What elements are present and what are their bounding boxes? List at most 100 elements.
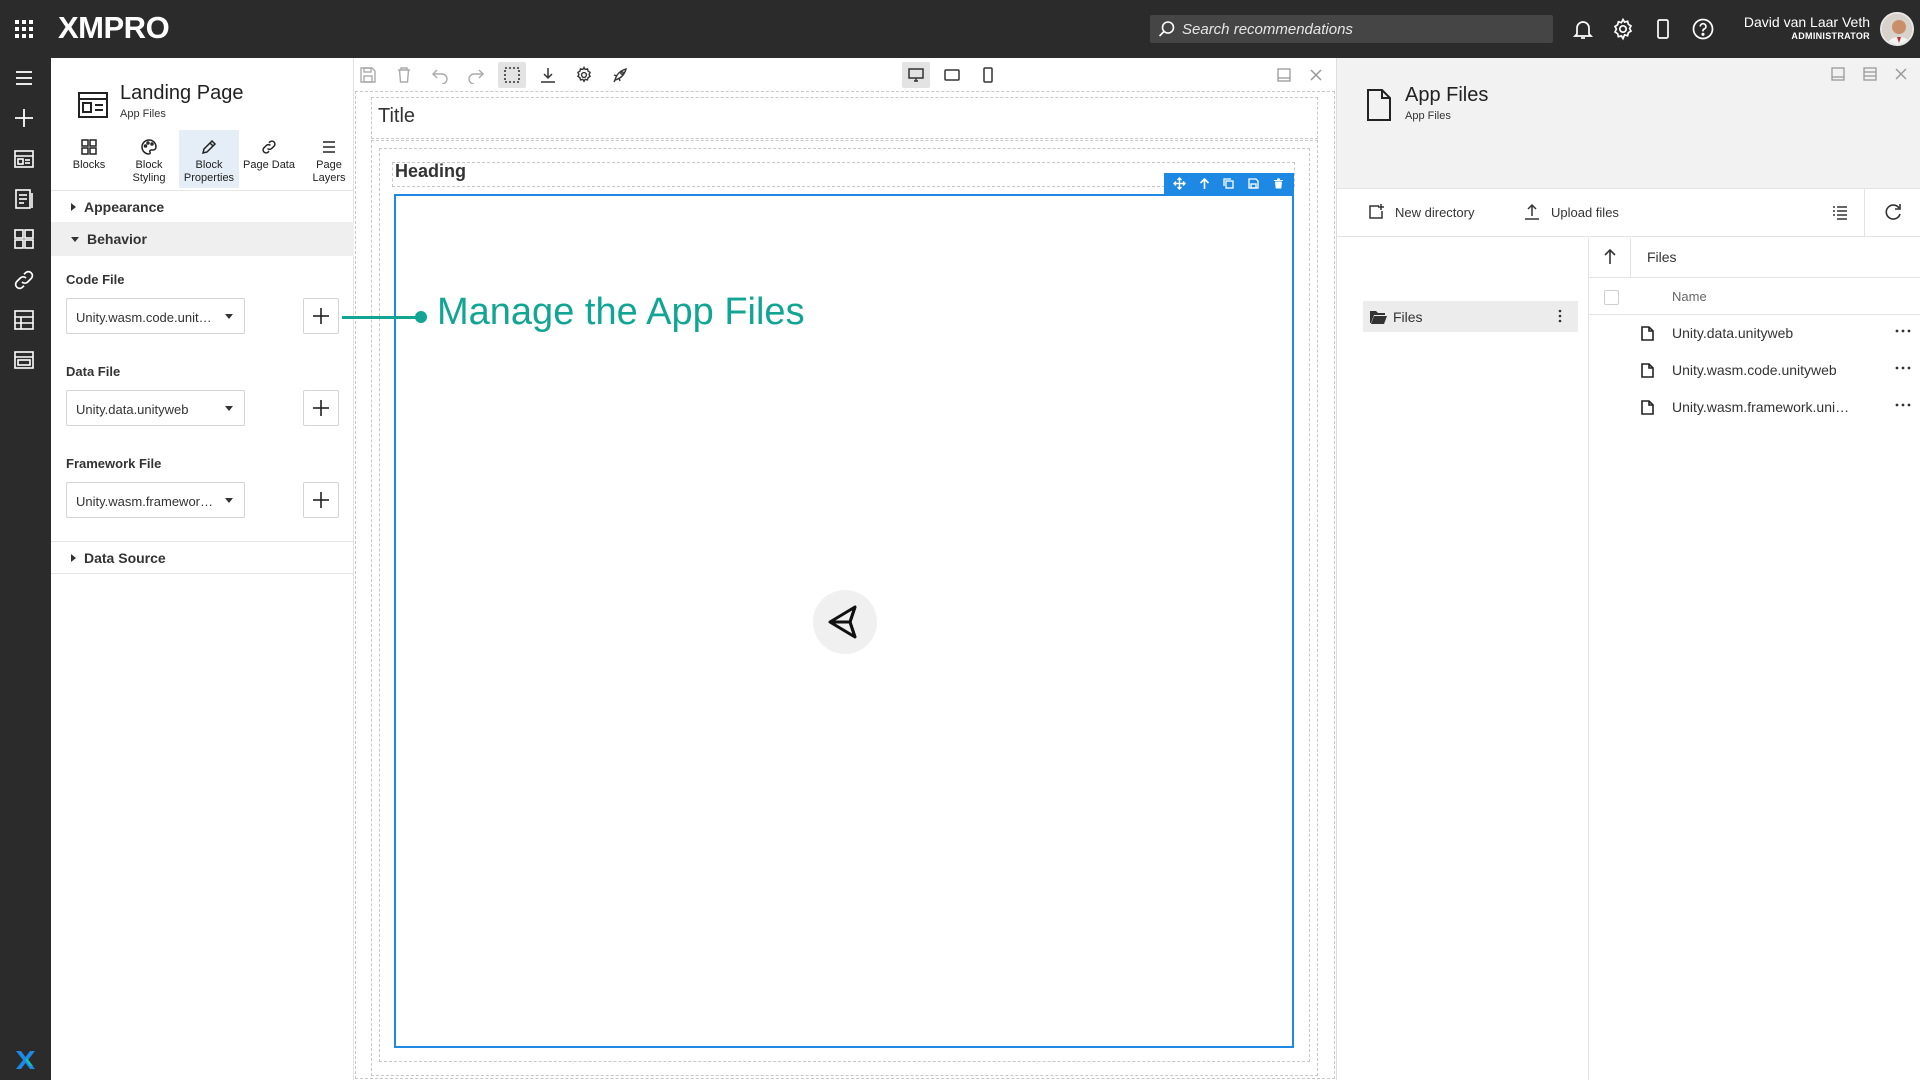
save-icon[interactable] — [354, 62, 382, 88]
breadcrumb-files[interactable]: Files — [1647, 249, 1677, 265]
plus-icon — [313, 400, 329, 416]
apps-grid-icon[interactable] — [12, 17, 36, 41]
rocket-icon[interactable] — [606, 62, 634, 88]
xmpro-logo[interactable]: XMPRO — [58, 10, 170, 45]
more-horizontal-icon[interactable] — [1895, 366, 1911, 370]
page-subtitle: App Files — [120, 108, 166, 120]
gear-icon[interactable] — [1611, 17, 1635, 41]
framework-file-value: Unity.wasm.framework.unityweb — [76, 494, 216, 509]
gear-icon[interactable] — [570, 62, 598, 88]
more-horizontal-icon[interactable] — [1895, 329, 1911, 333]
avatar[interactable] — [1880, 12, 1914, 46]
undo-icon[interactable] — [426, 62, 454, 88]
upload-files-label: Upload files — [1551, 204, 1619, 220]
tab-blocks[interactable]: Blocks — [59, 130, 119, 188]
code-file-select[interactable]: Unity.wasm.code.unityweb — [66, 298, 245, 334]
select-all-checkbox[interactable] — [1604, 290, 1619, 305]
plus-icon — [313, 492, 329, 508]
desktop-view-icon[interactable] — [902, 62, 930, 88]
phone-icon[interactable] — [1651, 17, 1675, 41]
tab-block-styling[interactable]: Block Styling — [119, 130, 179, 188]
tab-page-data[interactable]: Page Data — [239, 130, 299, 188]
page-icon[interactable] — [12, 147, 36, 171]
code-file-value: Unity.wasm.code.unityweb — [76, 310, 216, 325]
heading-block[interactable] — [392, 162, 1295, 187]
tab-block-properties[interactable]: Block Properties — [179, 130, 239, 188]
add-data-file-button[interactable] — [303, 390, 339, 426]
close-icon[interactable] — [1302, 62, 1330, 88]
more-vertical-icon[interactable] — [1558, 308, 1568, 324]
section-label: Appearance — [84, 199, 165, 215]
delete-block-icon[interactable] — [1272, 177, 1285, 190]
tree-item-files[interactable]: Files — [1363, 301, 1578, 332]
file-manager-toolbar: New directory Upload files — [1337, 188, 1920, 237]
section-appearance[interactable]: Appearance — [51, 190, 354, 222]
tab-label: Block Styling — [132, 159, 166, 184]
redo-icon[interactable] — [462, 62, 490, 88]
add-framework-file-button[interactable] — [303, 482, 339, 518]
section-behavior[interactable]: Behavior — [51, 222, 354, 256]
file-row[interactable]: Unity.wasm.code.unityweb — [1589, 352, 1920, 389]
callout-dot — [415, 311, 427, 323]
upload-files-button[interactable]: Upload files — [1523, 203, 1619, 221]
user-name: David van Laar Veth — [1743, 14, 1870, 30]
select-parent-icon[interactable] — [1198, 177, 1211, 190]
data-file-label: Data File — [66, 364, 121, 379]
question-icon[interactable] — [1691, 17, 1715, 41]
arrow-up-icon[interactable] — [1589, 238, 1631, 277]
view-toggle-icon[interactable] — [1831, 203, 1859, 221]
file-icon — [1641, 400, 1654, 415]
data-file-select[interactable]: Unity.data.unityweb — [66, 390, 245, 426]
section-data-source[interactable]: Data Source — [51, 541, 354, 574]
dashboard-icon[interactable] — [12, 227, 36, 251]
file-icon — [1641, 326, 1654, 341]
chevron-down-icon — [225, 406, 233, 411]
mobile-view-icon[interactable] — [974, 62, 1002, 88]
file-name: Unity.wasm.framework.unityweb — [1672, 399, 1850, 415]
page-title-text[interactable]: Title — [378, 105, 415, 128]
new-directory-button[interactable]: New directory — [1367, 203, 1474, 221]
left-rail — [0, 58, 51, 1080]
tablet-view-icon[interactable] — [938, 62, 966, 88]
save-block-icon[interactable] — [1247, 177, 1260, 190]
tab-label: Blocks — [72, 159, 106, 171]
more-horizontal-icon[interactable] — [1895, 403, 1911, 407]
minimize-icon[interactable] — [1829, 65, 1847, 83]
close-icon[interactable] — [1892, 65, 1910, 83]
page-title: Landing Page — [120, 82, 244, 104]
tab-label: Page Data — [243, 159, 295, 171]
add-code-file-button[interactable] — [303, 298, 339, 334]
search-box[interactable]: Search recommendations — [1150, 15, 1553, 43]
file-row[interactable]: Unity.wasm.framework.unityweb — [1589, 389, 1920, 426]
xmpro-x-icon[interactable] — [12, 1048, 36, 1072]
column-name[interactable]: Name — [1672, 289, 1707, 304]
section-label: Behavior — [87, 231, 147, 247]
open-folder-icon — [1370, 310, 1387, 324]
tree-item-label: Files — [1393, 308, 1423, 325]
new-folder-icon — [1369, 204, 1384, 219]
tab-page-layers[interactable]: Page Layers — [299, 130, 359, 188]
heading-text[interactable]: Heading — [395, 161, 466, 182]
top-bar: XMPRO Search recommendations David van L… — [0, 0, 1920, 58]
section-label: Data Source — [84, 550, 166, 566]
bell-icon[interactable] — [1571, 17, 1595, 41]
link-icon[interactable] — [12, 268, 36, 292]
add-icon[interactable] — [12, 106, 36, 130]
maximize-icon[interactable] — [1270, 62, 1298, 88]
copy-icon[interactable] — [1222, 177, 1235, 190]
data-icon[interactable] — [12, 308, 36, 332]
user-info[interactable]: David van Laar Veth ADMINISTRATOR — [1744, 14, 1870, 41]
framework-file-select[interactable]: Unity.wasm.framework.unityweb — [66, 482, 245, 518]
download-icon[interactable] — [534, 62, 562, 88]
template-icon[interactable] — [12, 348, 36, 372]
delete-icon[interactable] — [390, 62, 418, 88]
move-icon[interactable] — [1172, 177, 1186, 190]
restore-icon[interactable] — [1861, 65, 1879, 83]
select-outline-icon[interactable] — [498, 62, 526, 88]
menu-icon[interactable] — [12, 66, 36, 90]
refresh-icon[interactable] — [1883, 202, 1913, 222]
recommendations-icon[interactable] — [12, 187, 36, 211]
title-block[interactable] — [371, 97, 1318, 139]
chevron-down-icon — [225, 314, 233, 319]
file-row[interactable]: Unity.data.unityweb — [1589, 315, 1920, 352]
